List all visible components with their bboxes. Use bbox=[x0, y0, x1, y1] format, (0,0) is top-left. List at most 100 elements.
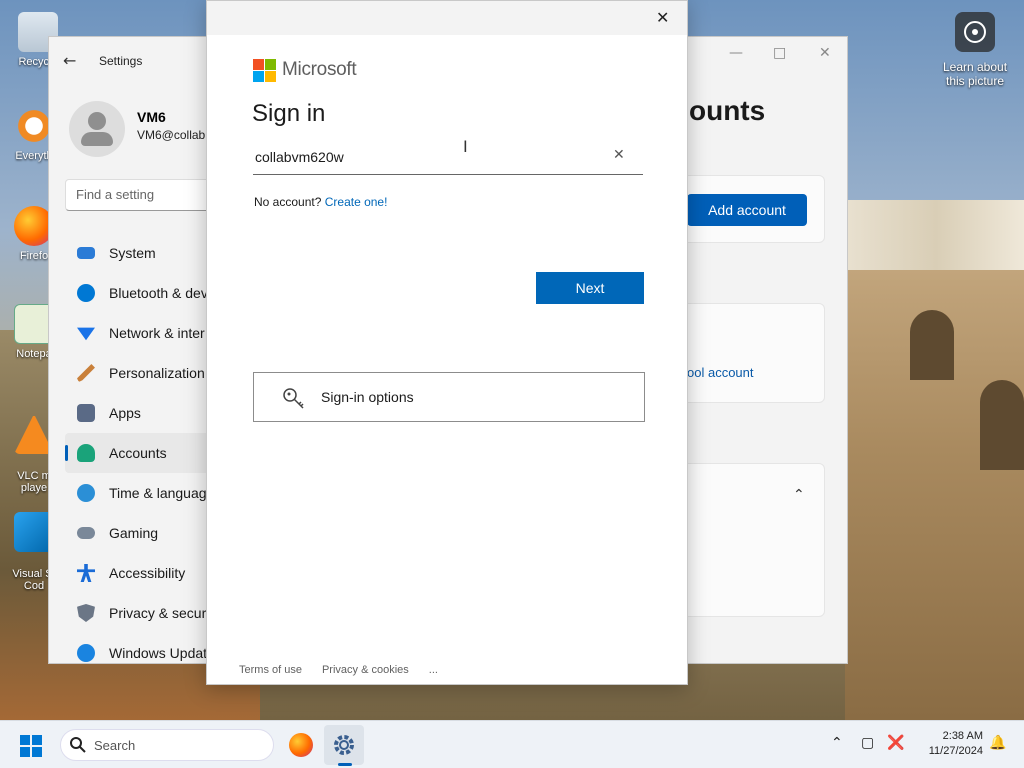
logo-square-yellow bbox=[265, 71, 276, 82]
accessibility-icon bbox=[77, 564, 95, 582]
taskbar-search[interactable]: Search bbox=[60, 729, 274, 761]
signin-options-button[interactable]: Sign-in options bbox=[253, 372, 645, 422]
taskbar-clock[interactable]: 2:38 AM 11/27/2024 bbox=[915, 729, 983, 759]
minimize-icon[interactable]: — bbox=[729, 45, 743, 61]
nav-item-label: Privacy & securi bbox=[109, 605, 210, 621]
back-arrow-icon[interactable]: ← bbox=[63, 51, 76, 70]
nav-item-time-language[interactable]: Time & languag bbox=[65, 473, 215, 513]
nav-item-gaming[interactable]: Gaming bbox=[65, 513, 215, 553]
maximize-icon[interactable]: □ bbox=[773, 45, 786, 61]
taskbar: Search ⌃ ▢ ❌ 2:38 AM 11/27/2024 🔔 bbox=[0, 720, 1024, 768]
windows-start-icon[interactable] bbox=[20, 735, 42, 757]
nav-item-label: Apps bbox=[109, 405, 141, 421]
start-square bbox=[32, 735, 42, 745]
update-icon bbox=[77, 644, 95, 662]
gamepad-icon bbox=[77, 527, 95, 539]
microsoft-signin-dialog: ✕ Microsoft Sign in ✕ I No account? Crea… bbox=[206, 0, 688, 685]
clock-date: 11/27/2024 bbox=[928, 745, 983, 757]
create-account-link[interactable]: Create one! bbox=[325, 195, 388, 209]
more-options-link[interactable]: ... bbox=[429, 664, 438, 676]
no-account-text: No account? Create one! bbox=[254, 195, 387, 209]
microsoft-wordmark: Microsoft bbox=[282, 59, 357, 80]
desktop-icon-label: Notepa bbox=[16, 348, 52, 360]
nav-item-label: Windows Updat bbox=[109, 645, 208, 661]
text-cursor-icon: I bbox=[463, 137, 468, 156]
camera-icon bbox=[955, 12, 995, 52]
wifi-icon bbox=[77, 327, 95, 341]
globe-icon bbox=[77, 484, 95, 502]
nav-item-label: Accounts bbox=[109, 445, 167, 461]
gear-icon bbox=[334, 735, 354, 755]
nav-item-label: Personalization bbox=[109, 365, 205, 381]
logo-square-green bbox=[265, 59, 276, 70]
nav-item-label: Bluetooth & dev bbox=[109, 285, 208, 301]
clear-icon[interactable]: ✕ bbox=[613, 147, 625, 163]
nav-item-network[interactable]: Network & inter bbox=[65, 313, 215, 353]
learn-about-label: Learn about this picture bbox=[942, 60, 1008, 88]
wallpaper-arch bbox=[910, 310, 954, 380]
nav-item-label: Gaming bbox=[109, 525, 159, 541]
logo-square-blue bbox=[253, 71, 264, 82]
nav-item-windows-update[interactable]: Windows Updat bbox=[65, 633, 215, 673]
nav-item-apps[interactable]: Apps bbox=[65, 393, 215, 433]
privacy-link[interactable]: Privacy & cookies bbox=[322, 664, 409, 676]
nav-item-personalization[interactable]: Personalization bbox=[65, 353, 215, 393]
nav-item-system[interactable]: System bbox=[65, 233, 215, 273]
start-square bbox=[20, 747, 30, 757]
close-icon[interactable]: ✕ bbox=[656, 8, 669, 27]
next-button[interactable]: Next bbox=[536, 272, 644, 304]
wallpaper-arch bbox=[980, 380, 1024, 470]
volume-muted-icon[interactable]: ❌ bbox=[887, 735, 904, 751]
desktop-icon-label: VLC m playe bbox=[17, 470, 51, 494]
settings-taskbar-button[interactable] bbox=[324, 725, 364, 765]
apps-icon bbox=[77, 404, 95, 422]
microsoft-logo-icon bbox=[253, 59, 276, 82]
nav-item-label: Time & languag bbox=[109, 485, 207, 501]
start-square bbox=[32, 747, 42, 757]
bluetooth-icon bbox=[77, 284, 95, 302]
work-school-card bbox=[669, 303, 825, 403]
settings-nav: System Bluetooth & dev Network & inter P… bbox=[65, 233, 215, 673]
search-label: Search bbox=[94, 738, 136, 753]
add-account-button[interactable]: Add account bbox=[687, 194, 807, 226]
user-name: VM6 bbox=[137, 109, 166, 125]
search-icon bbox=[69, 736, 87, 758]
start-square bbox=[20, 735, 30, 745]
notification-bell-icon[interactable]: 🔔 bbox=[989, 735, 1006, 751]
shield-icon bbox=[77, 604, 95, 622]
terms-link[interactable]: Terms of use bbox=[239, 664, 302, 676]
nav-item-label: Network & inter bbox=[109, 325, 205, 341]
dialog-titlebar bbox=[207, 1, 687, 35]
desktop-icon-label: Firefo bbox=[19, 250, 49, 262]
accounts-icon bbox=[77, 444, 95, 462]
nav-item-privacy-security[interactable]: Privacy & securi bbox=[65, 593, 215, 633]
clock-time: 2:38 AM bbox=[942, 730, 983, 742]
learn-about-picture[interactable]: Learn about this picture bbox=[936, 12, 1014, 88]
chevron-up-icon[interactable]: ⌃ bbox=[831, 735, 843, 751]
nav-item-accounts[interactable]: Accounts bbox=[65, 433, 215, 473]
avatar-head bbox=[88, 112, 106, 130]
settings-title: Settings bbox=[99, 54, 143, 68]
active-app-indicator bbox=[338, 763, 352, 766]
email-field[interactable]: ✕ bbox=[253, 141, 643, 175]
firefox-taskbar-icon[interactable] bbox=[289, 733, 313, 757]
school-account-link[interactable]: ool account bbox=[687, 365, 754, 380]
email-input[interactable] bbox=[255, 145, 595, 169]
logo-square-red bbox=[253, 59, 264, 70]
find-setting-input[interactable]: Find a setting bbox=[65, 179, 225, 211]
user-email: VM6@collab bbox=[137, 128, 206, 142]
key-icon bbox=[282, 387, 306, 415]
close-icon[interactable]: ✕ bbox=[819, 45, 831, 61]
brush-icon bbox=[77, 364, 95, 382]
dialog-heading: Sign in bbox=[252, 100, 326, 127]
avatar[interactable] bbox=[69, 101, 125, 157]
system-icon bbox=[77, 247, 95, 259]
wallpaper-town bbox=[848, 200, 1024, 280]
nav-item-bluetooth[interactable]: Bluetooth & dev bbox=[65, 273, 215, 313]
dialog-footer: Terms of use Privacy & cookies ... bbox=[239, 664, 438, 676]
chevron-up-icon[interactable]: ⌃ bbox=[793, 487, 805, 503]
network-icon[interactable]: ▢ bbox=[861, 735, 874, 751]
signin-options-label: Sign-in options bbox=[321, 389, 414, 405]
nav-item-label: Accessibility bbox=[109, 565, 186, 581]
nav-item-accessibility[interactable]: Accessibility bbox=[65, 553, 215, 593]
